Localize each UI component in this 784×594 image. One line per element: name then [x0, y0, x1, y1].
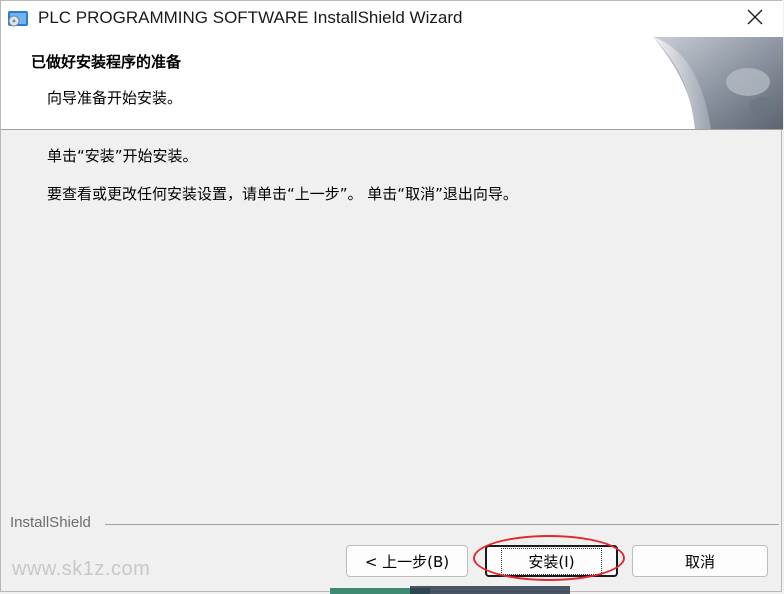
instruction-text: 单击“安装”开始安装。	[47, 147, 198, 165]
banner-graphic	[653, 37, 783, 129]
header-banner: 已做好安装程序的准备 向导准备开始安装。	[1, 37, 783, 130]
installer-icon	[7, 9, 29, 29]
back-button[interactable]: < 上一步(B)	[346, 545, 468, 577]
page-title: 已做好安装程序的准备	[31, 53, 182, 71]
installshield-wizard-window: PLC PROGRAMMING SOFTWARE InstallShield W…	[0, 0, 783, 592]
close-icon	[747, 9, 763, 29]
cancel-button-label: 取消	[684, 552, 715, 571]
background-strip-dark	[410, 586, 570, 594]
window-title: PLC PROGRAMMING SOFTWARE InstallShield W…	[38, 8, 463, 27]
page-subtitle: 向导准备开始安装。	[47, 89, 183, 107]
cancel-button[interactable]: 取消	[632, 545, 768, 577]
installshield-brand: InstallShield	[10, 514, 91, 531]
footer-divider	[105, 524, 779, 525]
close-button[interactable]	[727, 1, 783, 37]
watermark: www.sk1z.com	[12, 558, 151, 580]
install-button[interactable]: 安装(I)	[485, 545, 618, 577]
back-button-label: < 上一步(B)	[364, 552, 450, 571]
install-button-label: 安装(I)	[501, 547, 602, 575]
title-bar: PLC PROGRAMMING SOFTWARE InstallShield W…	[1, 1, 783, 37]
settings-hint-text: 要查看或更改任何安装设置，请单击“上一步”。 单击“取消”退出向导。	[47, 185, 518, 203]
